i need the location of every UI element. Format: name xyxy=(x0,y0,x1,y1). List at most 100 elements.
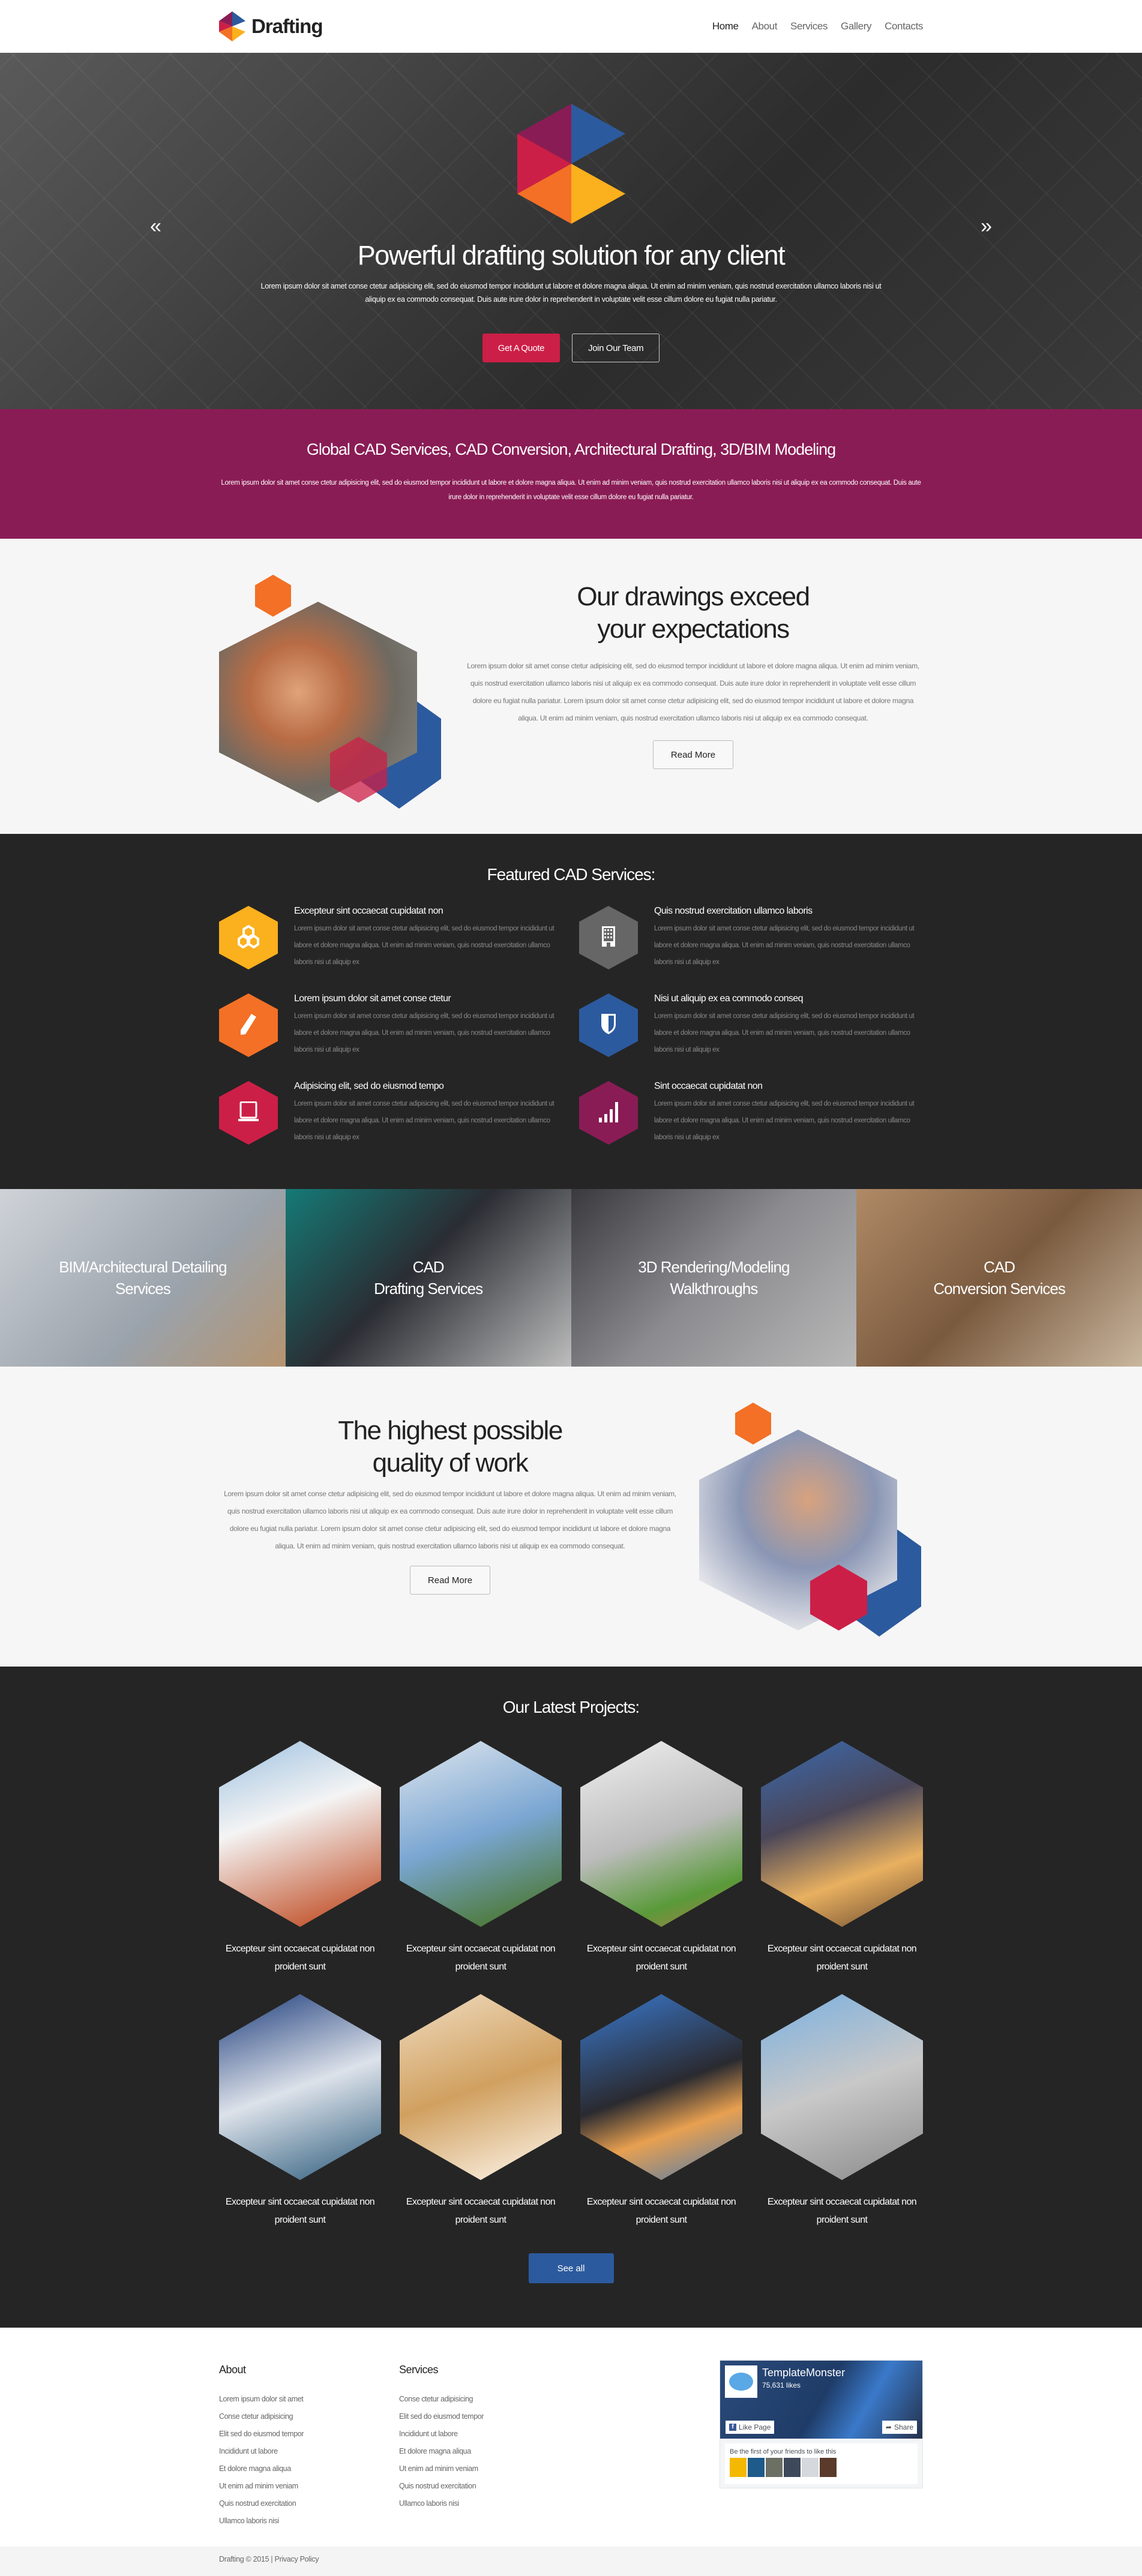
service-text: Lorem ipsum dolor sit amet conse ctetur … xyxy=(294,1013,554,1053)
footer-link[interactable]: Lorem ipsum dolor sit amet xyxy=(219,2391,309,2408)
slider-next-arrow[interactable]: » xyxy=(981,215,992,238)
share-button[interactable]: ➦ Share xyxy=(882,2421,917,2434)
project-image[interactable] xyxy=(761,1994,923,2180)
project-caption: Excepteur sint occaecat cupidatat non pr… xyxy=(767,1944,917,1972)
facebook-widget: TemplateMonster 75,631 likes f Like Page … xyxy=(720,2360,923,2488)
footer-services-title: Services xyxy=(399,2364,439,2376)
project-card[interactable]: Excepteur sint occaecat cupidatat non pr… xyxy=(400,1994,562,2229)
tile-label: CAD xyxy=(412,1258,445,1276)
project-image[interactable] xyxy=(400,1741,562,1927)
project-caption: Excepteur sint occaecat cupidatat non pr… xyxy=(225,1944,375,1972)
footer-link[interactable]: Et dolore magna aliqua xyxy=(219,2460,309,2478)
tile-label: CAD xyxy=(984,1258,1015,1276)
site-header: Drafting Home About Services Gallery Con… xyxy=(0,0,1142,53)
service-title: Nisi ut aliquip ex ea commodo conseq xyxy=(654,993,803,1004)
friend-avatar[interactable] xyxy=(802,2458,819,2477)
project-image[interactable] xyxy=(761,1741,923,1927)
footer-link[interactable]: Conse ctetur adipisicing xyxy=(219,2408,309,2425)
share-arrow-icon: ➦ xyxy=(885,2423,892,2431)
footer-services: Services Conse ctetur adipisicing Elit se… xyxy=(399,2364,484,2547)
project-card[interactable]: Excepteur sint occaecat cupidatat non pr… xyxy=(219,1741,381,1976)
project-image[interactable] xyxy=(580,1741,742,1927)
about-text: Lorem ipsum dolor sit amet conse ctetur … xyxy=(467,662,919,722)
project-card[interactable]: Excepteur sint occaecat cupidatat non pr… xyxy=(761,1994,923,2229)
friend-avatar[interactable] xyxy=(784,2458,801,2477)
projects-title: Our Latest Projects: xyxy=(502,1698,640,1716)
footer-link[interactable]: Et dolore magna aliqua xyxy=(399,2443,484,2460)
project-image[interactable] xyxy=(400,1994,562,2180)
featured-service-item: Lorem ipsum dolor sit amet conse ctetur L… xyxy=(219,993,579,1058)
footer-link[interactable]: Ut enim ad minim veniam xyxy=(219,2478,309,2495)
privacy-policy-link[interactable]: Privacy Policy xyxy=(275,2555,319,2563)
like-page-label: Like Page xyxy=(739,2423,771,2431)
templatemonster-avatar[interactable] xyxy=(725,2365,757,2398)
tile-cad-conversion[interactable]: CAD Conversion Services xyxy=(856,1189,1142,1367)
footer-link[interactable]: Ullamco laboris nisi xyxy=(399,2495,484,2512)
about-image xyxy=(219,575,441,809)
service-hex-badge xyxy=(219,906,278,969)
facebook-page-name[interactable]: TemplateMonster xyxy=(762,2367,845,2379)
featured-title: Featured CAD Services: xyxy=(487,865,656,884)
logo[interactable]: Drafting xyxy=(219,11,323,41)
project-caption: Excepteur sint occaecat cupidatat non pr… xyxy=(225,2197,375,2225)
friend-avatars xyxy=(730,2458,913,2477)
nav-gallery[interactable]: Gallery xyxy=(841,20,871,32)
project-image[interactable] xyxy=(219,1994,381,2180)
tile-label: Walkthroughs xyxy=(670,1280,758,1298)
friend-avatar[interactable] xyxy=(748,2458,765,2477)
copyright-bar: Drafting © 2015 | Privacy Policy xyxy=(0,2547,1142,2576)
project-card[interactable]: Excepteur sint occaecat cupidatat non pr… xyxy=(219,1994,381,2229)
logo-text: Drafting xyxy=(251,15,323,37)
footer-link[interactable]: Ut enim ad minim veniam xyxy=(399,2460,484,2478)
quality-read-more-button[interactable]: Read More xyxy=(410,1566,490,1595)
service-title: Quis nostrud exercitation ullamco labori… xyxy=(654,906,813,916)
shield-icon xyxy=(601,1013,616,1038)
nav-contacts[interactable]: Contacts xyxy=(885,20,923,32)
footer-link[interactable]: Conse ctetur adipisicing xyxy=(399,2391,484,2408)
get-quote-button[interactable]: Get A Quote xyxy=(482,334,560,362)
join-team-button[interactable]: Join Our Team xyxy=(572,334,660,362)
footer-link[interactable]: Incididunt ut labore xyxy=(399,2425,484,2443)
see-all-button[interactable]: See all xyxy=(528,2253,614,2283)
project-caption: Excepteur sint occaecat cupidatat non pr… xyxy=(406,1944,556,1972)
copyright-text: Drafting © 2015 | xyxy=(219,2555,273,2563)
tile-bim[interactable]: BIM/Architectural Detailing Services xyxy=(0,1189,286,1367)
featured-service-item: Nisi ut aliquip ex ea commodo conseq Lore… xyxy=(579,993,923,1058)
project-card[interactable]: Excepteur sint occaecat cupidatat non pr… xyxy=(761,1741,923,1976)
service-text: Lorem ipsum dolor sit amet conse ctetur … xyxy=(294,1100,554,1141)
nav-services[interactable]: Services xyxy=(790,20,828,32)
featured-service-item: Sint occaecat cupidatat non Lorem ipsum d… xyxy=(579,1081,923,1146)
footer-link[interactable]: Quis nostrud exercitation xyxy=(219,2495,309,2512)
about-read-more-button[interactable]: Read More xyxy=(653,740,733,769)
tile-3d-rendering[interactable]: 3D Rendering/Modeling Walkthroughs xyxy=(571,1189,857,1367)
footer-link[interactable]: Elit sed do eiusmod tempor xyxy=(399,2408,484,2425)
service-title: Excepteur sint occaecat cupidatat non xyxy=(294,906,443,916)
main-nav: Home About Services Gallery Contacts xyxy=(712,20,924,32)
footer-link[interactable]: Elit sed do eiusmod tempor xyxy=(219,2425,309,2443)
featured-service-item: Adipisicing elit, sed do eiusmod tempo Lo… xyxy=(219,1081,579,1146)
project-card[interactable]: Excepteur sint occaecat cupidatat non pr… xyxy=(580,1741,742,1976)
service-title: Adipisicing elit, sed do eiusmod tempo xyxy=(294,1081,444,1091)
tile-cad-drafting[interactable]: CAD Drafting Services xyxy=(285,1189,571,1367)
like-page-button[interactable]: f Like Page xyxy=(726,2421,775,2434)
tile-label: Conversion Services xyxy=(933,1280,1065,1298)
project-card[interactable]: Excepteur sint occaecat cupidatat non pr… xyxy=(580,1994,742,2229)
footer-link[interactable]: Ullamco laboris nisi xyxy=(219,2512,309,2530)
friend-avatar[interactable] xyxy=(766,2458,783,2477)
banner-title: Global CAD Services, CAD Conversion, Arc… xyxy=(306,440,836,458)
footer-link[interactable]: Incididunt ut labore xyxy=(219,2443,309,2460)
project-card[interactable]: Excepteur sint occaecat cupidatat non pr… xyxy=(400,1741,562,1976)
slider-prev-arrow[interactable]: « xyxy=(150,215,161,238)
service-title: Sint occaecat cupidatat non xyxy=(654,1081,763,1091)
latest-projects: Our Latest Projects: Excepteur sint occa… xyxy=(0,1667,1142,2328)
footer-link[interactable]: Quis nostrud exercitation xyxy=(399,2478,484,2495)
tile-label: 3D Rendering/Modeling xyxy=(638,1258,790,1276)
footer-about: About Lorem ipsum dolor sit amet Conse ct… xyxy=(219,2364,309,2547)
nav-home[interactable]: Home xyxy=(712,20,739,32)
project-image[interactable] xyxy=(219,1741,381,1927)
friend-avatar[interactable] xyxy=(730,2458,747,2477)
friend-avatar[interactable] xyxy=(820,2458,837,2477)
project-image[interactable] xyxy=(580,1994,742,2180)
nav-about[interactable]: About xyxy=(752,20,778,32)
footer-about-title: About xyxy=(219,2364,246,2376)
